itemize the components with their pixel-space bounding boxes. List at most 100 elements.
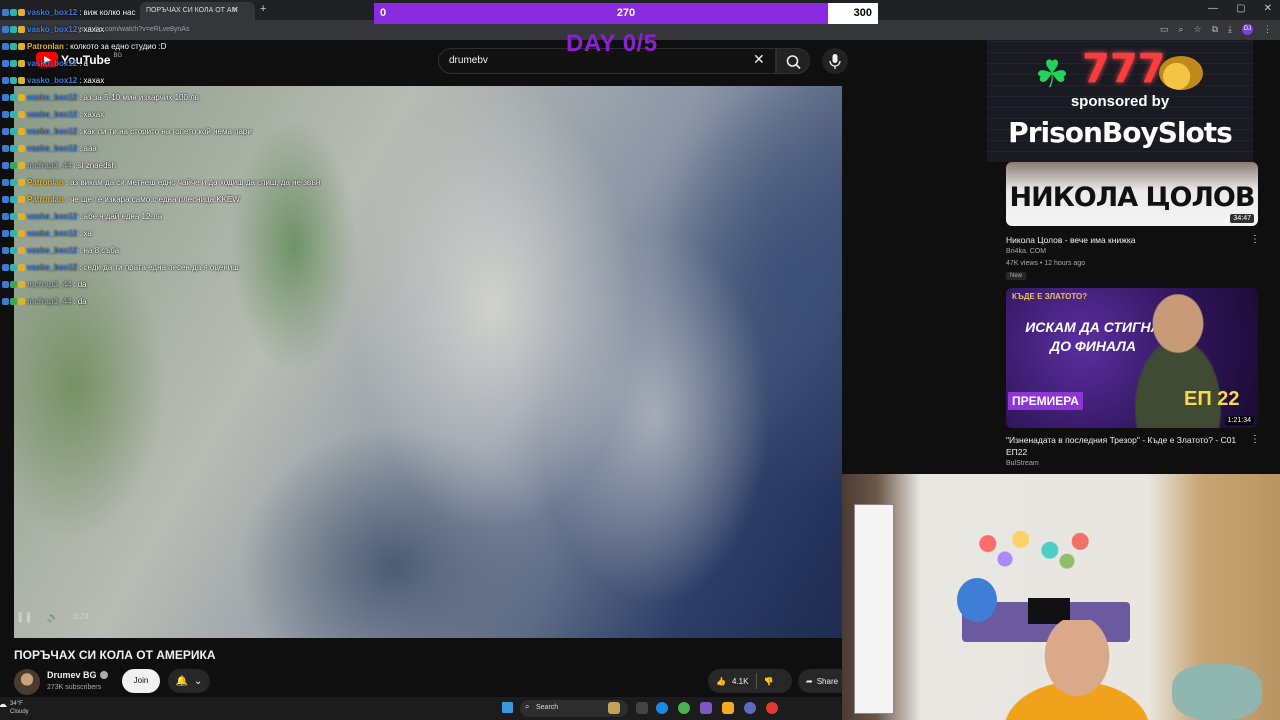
chat-text: че ще те изкара само с една плесница KKE… <box>70 195 240 204</box>
close-window-button[interactable]: ✕ <box>1264 3 1272 14</box>
download-icon[interactable]: ⤓ <box>1228 24 1232 35</box>
recommended-thumbnail[interactable]: КЪДЕ Е ЗЛАТОТО? ИСКАМ ДА СТИГНА ДО ФИНАЛ… <box>1006 288 1258 428</box>
thumbs-up-icon[interactable]: 👍 <box>716 677 726 686</box>
taskbar-search-icon: ⌕ <box>525 702 530 711</box>
chat-username[interactable]: vasko_box12 <box>27 229 77 238</box>
minimize-button[interactable]: — <box>1208 3 1218 14</box>
day-counter: DAY 0/5 <box>566 30 658 57</box>
chat-message: mcfrap3_44: sl znaedsh <box>2 157 422 174</box>
chat-badges <box>2 179 25 186</box>
chat-badges <box>2 230 25 237</box>
chat-separator: : <box>79 246 82 255</box>
profile-avatar[interactable]: DJ <box>1242 24 1253 35</box>
chat-separator: : <box>79 76 82 85</box>
recommended-video-title[interactable]: Никола Цолов - вече има книжка <box>1006 234 1238 246</box>
task-view-icon[interactable] <box>636 702 648 714</box>
zoom-icon[interactable]: ⌕ <box>1178 24 1183 35</box>
chat-username[interactable]: Patronlan <box>27 195 64 204</box>
chat-badges <box>2 247 25 254</box>
chat-badge-icon <box>2 26 9 33</box>
windows-start-icon[interactable] <box>502 702 513 713</box>
chat-badge-icon <box>18 94 25 101</box>
obs-icon[interactable] <box>766 702 778 714</box>
discord-icon[interactable] <box>700 702 712 714</box>
windows-taskbar: ☁ 34°F Cloudy Search ⌕ <box>0 697 842 720</box>
pause-icon[interactable]: ❚❚ <box>16 612 33 623</box>
more-options-icon[interactable]: ⋮ <box>1250 234 1260 245</box>
clear-search-icon[interactable]: ✕ <box>753 52 765 66</box>
chat-message: Patronlan: че ще те изкара само с една пл… <box>2 191 422 208</box>
weather-widget[interactable]: 34°F Cloudy <box>10 700 29 716</box>
chat-badge-icon <box>10 179 17 186</box>
chat-badge-icon <box>10 230 17 237</box>
sponsor-name: PrisonBoySlots <box>1008 116 1233 149</box>
chat-message: vasko_box12: виж колко нас <box>2 4 422 21</box>
chat-username[interactable]: vasko_box12 <box>27 8 77 17</box>
chat-badges <box>2 196 25 203</box>
chat-badges <box>2 145 25 152</box>
chat-separator: : <box>79 127 82 136</box>
app-icon[interactable] <box>744 702 756 714</box>
search-button[interactable] <box>776 48 810 74</box>
goal-progress-bar: 0 270 300 <box>374 3 878 24</box>
chat-username[interactable]: vasko_box12 <box>27 263 77 272</box>
browser-menu-icon[interactable]: ⋮ <box>1263 24 1272 35</box>
stream-chat-overlay: vasko_box12: виж колко нас vasko_box12: хах… <box>2 4 422 310</box>
chat-username[interactable]: Patronlan <box>27 42 64 51</box>
volume-icon[interactable]: 🔈 <box>47 612 59 623</box>
chat-username[interactable]: vasko_box12 <box>27 59 77 68</box>
chat-username[interactable]: vasko_box12 <box>27 93 77 102</box>
notification-bell-button[interactable]: 🔔 ⌄ <box>168 669 210 693</box>
chat-badge-icon <box>18 26 25 33</box>
chat-badge-icon <box>2 264 9 271</box>
recommended-video-title[interactable]: "Изненадата в последния Трезор" - Къде е… <box>1006 434 1238 458</box>
chat-separator: : <box>79 8 82 17</box>
edge-browser-icon[interactable] <box>656 702 668 714</box>
more-options-icon[interactable]: ⋮ <box>1250 434 1260 445</box>
bell-icon: 🔔 <box>175 675 189 687</box>
chat-username[interactable]: vasko_box12 <box>27 246 77 255</box>
recommended-channel[interactable]: BulStream <box>1006 460 1039 467</box>
channel-avatar[interactable] <box>14 669 40 695</box>
channel-name[interactable]: Drumev BG <box>47 670 108 680</box>
chat-message: vasko_box12: абе я дай една 12-ла <box>2 208 422 225</box>
recommended-channel[interactable]: Bri4ka. COM <box>1006 248 1046 255</box>
extensions-icon[interactable]: ⧉ <box>1212 24 1218 35</box>
chat-separator: : <box>79 263 82 272</box>
chat-username[interactable]: vasko_box12 <box>27 144 77 153</box>
chat-username[interactable]: vasko_box12 <box>27 76 77 85</box>
chat-message: vasko_box12: ха <box>2 225 422 242</box>
chat-text: ааа <box>83 144 97 153</box>
maximize-button[interactable]: ▢ <box>1236 3 1245 14</box>
chat-text: ха <box>83 229 92 238</box>
like-count[interactable]: 4.1K <box>732 677 748 686</box>
recommended-meta: 47K views • 12 hours ago <box>1006 260 1086 267</box>
cast-icon[interactable]: ▭ <box>1160 24 1169 35</box>
file-explorer-icon[interactable] <box>722 702 734 714</box>
chevron-down-icon: ⌄ <box>194 675 203 687</box>
chrome-browser-icon[interactable] <box>678 702 690 714</box>
chat-badge-icon <box>2 298 9 305</box>
chat-badge-icon <box>18 179 25 186</box>
voice-search-button[interactable] <box>822 48 848 74</box>
chat-message: vasko_box12: ааа <box>2 140 422 157</box>
chat-username[interactable]: mcfrap3_44 <box>27 280 71 289</box>
chat-username[interactable]: vasko_box12 <box>27 110 77 119</box>
join-button[interactable]: Join <box>122 669 160 693</box>
chat-username[interactable]: vasko_box12 <box>27 127 77 136</box>
chat-username[interactable]: mcfrap3_44 <box>27 297 71 306</box>
chat-message: Patronlan: колкото за едно студио :D <box>2 38 422 55</box>
chat-badge-icon <box>10 77 17 84</box>
recommended-thumbnail[interactable]: НИКОЛА ЦОЛОВ 34:47 <box>1006 162 1258 226</box>
duration-badge: 34:47 <box>1230 214 1254 223</box>
chat-username[interactable]: vasko_box12 <box>27 25 77 34</box>
window-controls: — ▢ ✕ <box>1208 3 1272 14</box>
chat-username[interactable]: mcfrap3_44 <box>27 161 71 170</box>
bookmark-star-icon[interactable]: ☆ <box>1194 24 1202 35</box>
chat-username[interactable]: Patronlan <box>27 178 64 187</box>
search-icon <box>786 55 801 70</box>
thumbs-down-icon[interactable]: 👎 <box>763 677 773 686</box>
taskbar-widget-icon[interactable] <box>608 702 620 714</box>
chat-message: vasko_box12: хахах <box>2 72 422 89</box>
chat-username[interactable]: vasko_box12 <box>27 212 77 221</box>
